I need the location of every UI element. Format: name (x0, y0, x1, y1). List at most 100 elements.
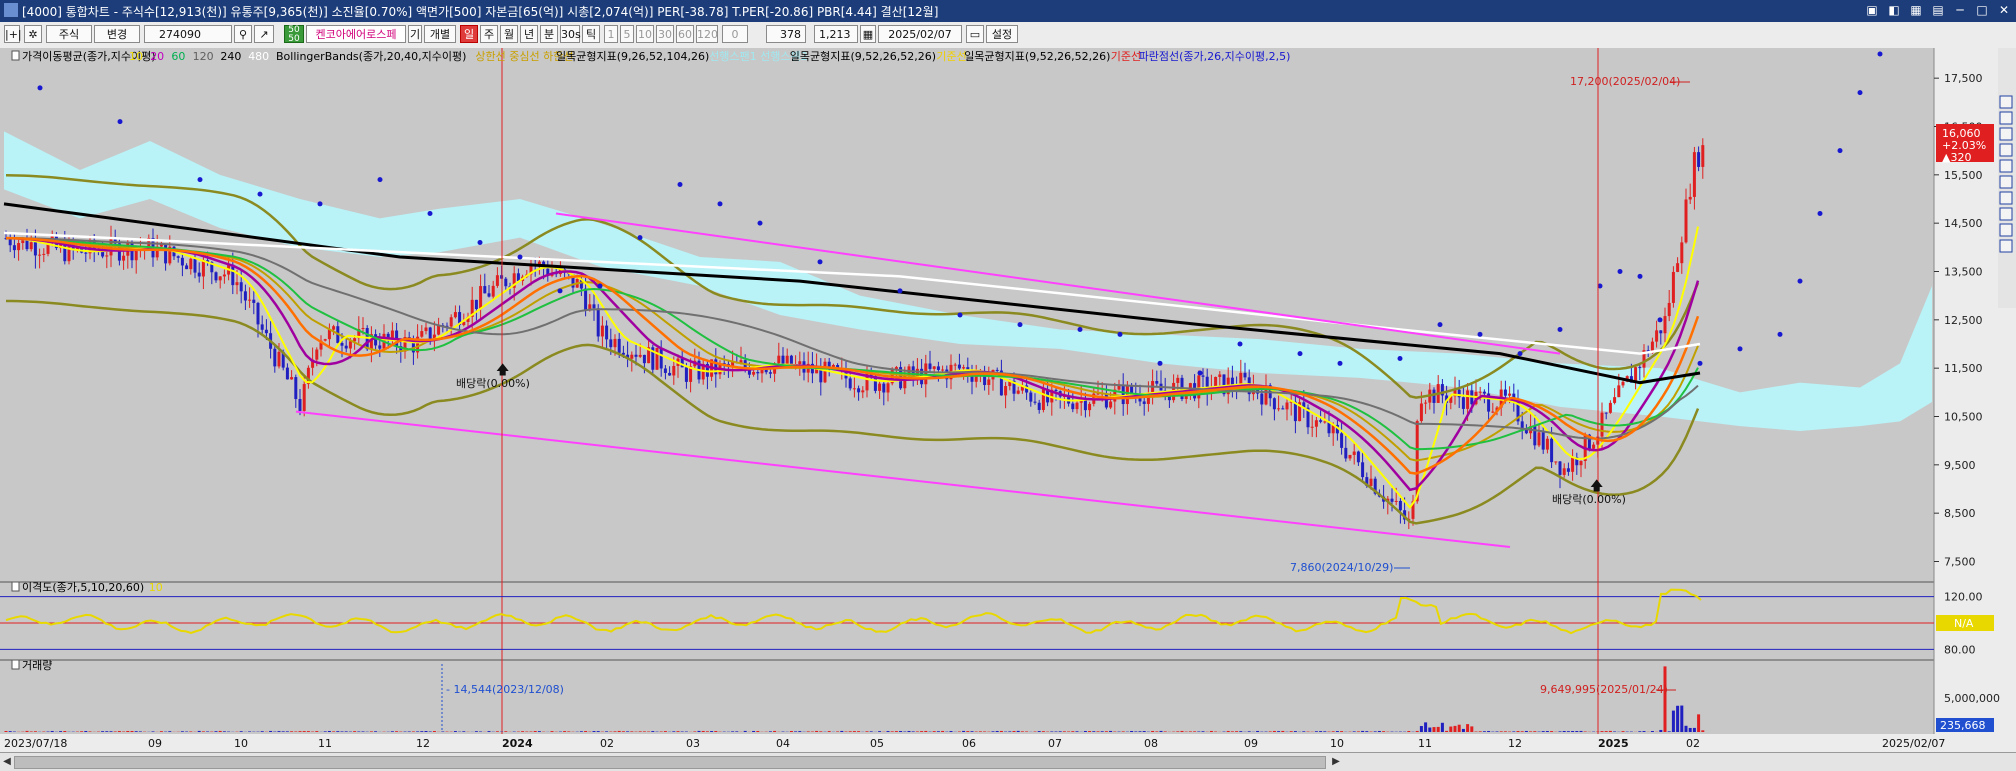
scroll-thumb[interactable] (14, 756, 1326, 769)
market-select[interactable]: 주식 (46, 25, 92, 43)
volume-bar (1105, 731, 1108, 732)
volume-bar (324, 731, 327, 732)
volume-bar (240, 731, 243, 732)
ratio-input[interactable]: 1,213 (814, 25, 858, 43)
cross-tool-icon[interactable] (2000, 224, 2012, 236)
btn-month[interactable]: 월 (500, 25, 518, 43)
btn-individual[interactable]: 개별 (424, 25, 456, 43)
link-icon[interactable]: ▣ (1864, 2, 1880, 18)
candle-body (1462, 397, 1465, 409)
volume-legend-box[interactable] (12, 660, 19, 669)
candle-body (17, 243, 20, 250)
volume-bar (425, 731, 428, 732)
candle-body (1319, 420, 1322, 422)
period-120[interactable]: 120 (696, 25, 718, 43)
btn-week[interactable]: 주 (480, 25, 498, 43)
volume-bar (1122, 731, 1125, 732)
volume-bar (639, 731, 642, 732)
parabolic-dot (428, 211, 433, 216)
volume-bar (1231, 731, 1234, 732)
change-select[interactable]: 변경 (94, 25, 140, 43)
related-icon[interactable]: ↗ (254, 25, 274, 43)
volume-bar (618, 731, 621, 732)
volume-bar (345, 731, 348, 732)
trend-tool-icon[interactable] (2000, 128, 2012, 140)
circle-tool-icon[interactable] (2000, 160, 2012, 172)
btn-gi[interactable]: 기 (408, 25, 422, 43)
volume-bar (1563, 731, 1566, 732)
price-legend-item: 일목균형지표(9,52,26,52,26) (790, 49, 936, 63)
hline-tool-icon[interactable] (2000, 112, 2012, 124)
settings-button[interactable]: 설정 (986, 25, 1018, 43)
pin-icon[interactable]: ◧ (1886, 2, 1902, 18)
parabolic-dot (718, 201, 723, 206)
volume-bar (496, 731, 499, 732)
volume-bar (1500, 731, 1503, 732)
period-5[interactable]: 5 (620, 25, 634, 43)
settings-icon[interactable]: ✲ (24, 25, 42, 43)
fifty-fifty-icon[interactable]: 50 50 (284, 25, 304, 43)
candle-body (853, 388, 856, 389)
maximize-icon[interactable]: □ (1974, 2, 1990, 18)
candle-body (769, 372, 772, 374)
period-input[interactable]: 0 (722, 25, 748, 43)
volume-bar (693, 731, 696, 732)
btn-tick[interactable]: 틱 (582, 25, 600, 43)
period-30[interactable]: 30 (656, 25, 674, 43)
horizontal-scrollbar[interactable]: ◀ ▶ (0, 752, 2016, 771)
erase-tool-icon[interactable] (2000, 240, 2012, 252)
scroll-right-icon[interactable]: ▶ (1330, 755, 1342, 768)
candle-body (798, 361, 801, 364)
save-icon[interactable]: ▭ (966, 25, 984, 43)
volume-bar (282, 731, 285, 732)
volume-bar (1319, 731, 1322, 732)
volume-bar (269, 731, 272, 732)
search-icon[interactable]: ⚲ (234, 25, 252, 43)
btn-year[interactable]: 년 (520, 25, 538, 43)
candle-body (1659, 330, 1662, 333)
period-60[interactable]: 60 (676, 25, 694, 43)
close-icon[interactable]: ✕ (1996, 2, 2012, 18)
volume-bar (651, 731, 654, 732)
layout-icon[interactable]: ▤ (1930, 2, 1946, 18)
volume-bar (9, 731, 12, 732)
disparity-legend-box[interactable] (12, 582, 19, 591)
candle-body (1538, 432, 1541, 445)
scroll-left-icon[interactable]: ◀ (1, 755, 13, 768)
dividend-annotation: 배당락(0.00%) (456, 377, 530, 390)
stock-code-input[interactable]: 274090 (144, 25, 232, 43)
period-10[interactable]: 10 (636, 25, 654, 43)
candle-body (1034, 402, 1037, 403)
chart-panel[interactable]: 17,50016,50015,50014,50013,50012,50011,5… (0, 48, 2016, 760)
parabolic-dot (198, 177, 203, 182)
candle-body (1685, 199, 1688, 242)
volume-bar (1382, 731, 1385, 732)
count-input[interactable]: 378 (766, 25, 806, 43)
candle-body (618, 339, 621, 353)
date-input[interactable]: 2025/02/07 (878, 25, 962, 43)
volume-bar (714, 731, 717, 732)
btn-day[interactable]: 일 (460, 25, 478, 43)
rect-tool-icon[interactable] (2000, 176, 2012, 188)
stock-chart[interactable]: 17,50016,50015,50014,50013,50012,50011,5… (0, 48, 2016, 760)
volume-bar (1273, 731, 1276, 732)
btn-30s[interactable]: 30s (560, 25, 580, 43)
period-1[interactable]: 1 (604, 25, 618, 43)
parabolic-dot (1118, 332, 1123, 337)
grid-icon[interactable]: ▦ (1908, 2, 1924, 18)
volume-bar (1697, 714, 1700, 732)
btn-minute[interactable]: 분 (540, 25, 558, 43)
expand-icon[interactable]: |+| (4, 25, 20, 43)
text-tool-icon[interactable] (2000, 192, 2012, 204)
candle-body (294, 377, 297, 399)
volume-bar (1487, 731, 1490, 732)
pen-tool-icon[interactable] (2000, 144, 2012, 156)
price-legend-box[interactable] (12, 51, 19, 60)
candle-body (1664, 316, 1667, 333)
fib-tool-icon[interactable] (2000, 208, 2012, 220)
calendar-icon[interactable]: ▦ (860, 25, 876, 43)
minimize-icon[interactable]: ─ (1952, 2, 1968, 18)
volume-bar (1239, 731, 1242, 732)
volume-bar (1378, 731, 1381, 732)
line-tool-icon[interactable] (2000, 96, 2012, 108)
